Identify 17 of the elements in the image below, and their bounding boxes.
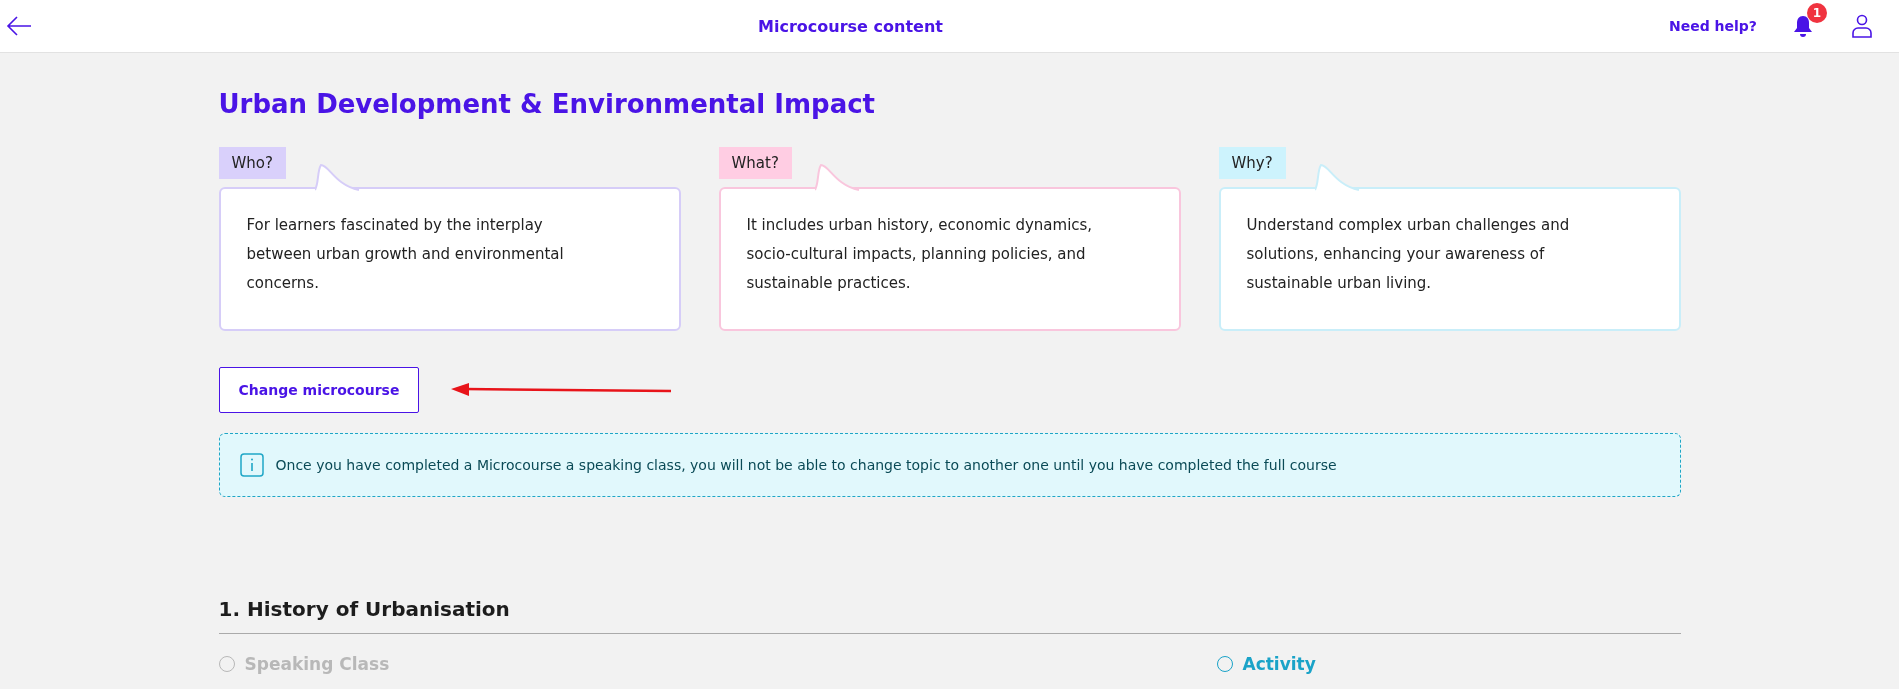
back-arrow-icon[interactable]	[6, 16, 32, 36]
info-icon	[239, 453, 264, 477]
user-icon[interactable]	[1851, 14, 1873, 38]
help-link[interactable]: Need help?	[1669, 18, 1757, 34]
card-tag: What?	[718, 147, 792, 179]
card-text: Understand complex urban challenges and solutions, enhancing your awareness of sustainable urban living.	[1246, 216, 1570, 292]
card-text: It includes urban history, economic dynamics, socio-cultural impacts, planning policies, and sustainable practices.	[746, 216, 1093, 292]
course-title: Urban Development & Environmental Impact	[218, 89, 877, 119]
card-text: For learners fascinated by the interplay between urban growth and environmental concerns.	[246, 216, 564, 292]
section-title: 1. History of Urbanisation	[218, 597, 1681, 634]
bell-icon[interactable]	[1793, 15, 1813, 37]
notification-badge: 1	[1807, 3, 1827, 23]
info-text: Once you have completed a Microcourse a speaking class, you will not be able to change topic to another one until you have completed the full course	[275, 457, 1337, 473]
change-microcourse-button[interactable]: Change microcourse	[218, 367, 420, 413]
page-title: Microcourse content	[757, 16, 944, 36]
card-tag: Who?	[218, 147, 286, 179]
card-tag: Why?	[1218, 147, 1286, 179]
